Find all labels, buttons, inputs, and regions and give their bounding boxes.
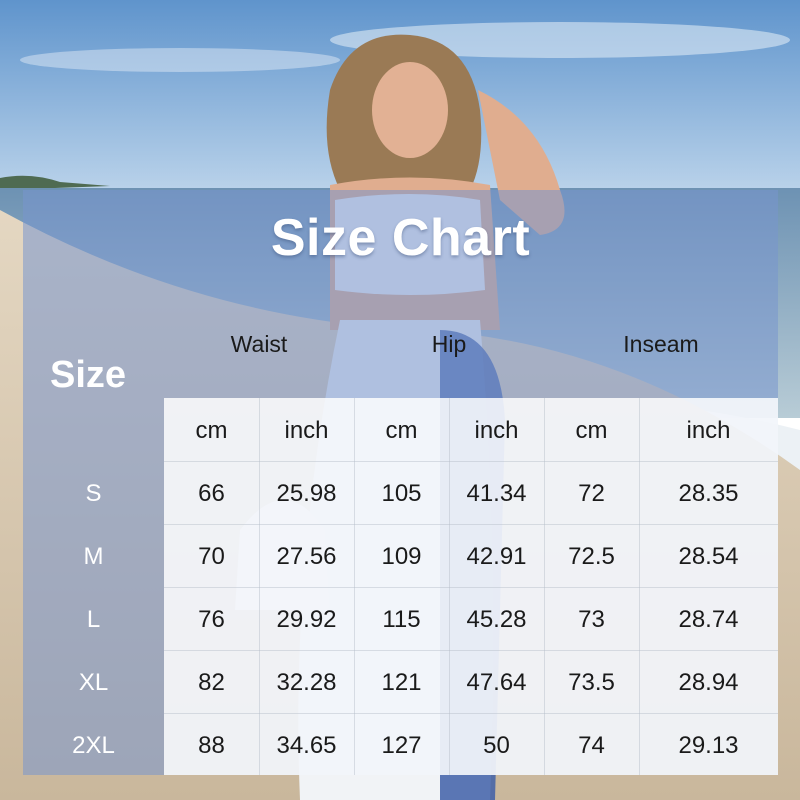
- size-table: cm inch cm inch cm inch 66 25.98 105 41.…: [164, 398, 778, 775]
- size-column-label: Size: [50, 354, 127, 396]
- chart-title: Size Chart: [270, 209, 531, 267]
- cell-2xl-hip-cm: 127: [381, 732, 422, 759]
- cell-s-hip-inch: 41.34: [466, 480, 527, 507]
- cell-l-inseam-inch: 28.74: [678, 606, 739, 633]
- cell-s-waist-inch: 25.98: [276, 480, 337, 507]
- cell-s-inseam-cm: 72: [578, 480, 605, 507]
- row-label-m: M: [83, 543, 104, 570]
- cell-m-inseam-inch: 28.54: [678, 543, 739, 570]
- cell-m-waist-inch: 27.56: [276, 543, 337, 570]
- cell-l-hip-cm: 115: [382, 606, 421, 633]
- row-label-l: L: [86, 606, 101, 633]
- row-label-s: S: [85, 480, 102, 507]
- size-chart-panel: Size Chart Size Waist Hip Inseam cm inch…: [23, 190, 778, 775]
- row-label-2xl: 2XL: [72, 732, 115, 759]
- cell-l-waist-inch: 29.92: [276, 606, 337, 633]
- row-label-xl: XL: [78, 669, 109, 696]
- group-header-hip: Hip: [431, 331, 467, 357]
- cell-m-waist-cm: 70: [198, 543, 225, 570]
- cell-xl-waist-cm: 82: [198, 669, 225, 696]
- unit-header-hip-cm: cm: [385, 417, 418, 444]
- group-header-waist: Waist: [230, 331, 288, 357]
- cell-l-inseam-cm: 73: [578, 606, 605, 633]
- cell-2xl-waist-cm: 88: [198, 732, 225, 759]
- cell-m-hip-cm: 109: [381, 543, 422, 570]
- unit-header-inseam-cm: cm: [575, 417, 608, 444]
- unit-header-waist-cm: cm: [195, 417, 228, 444]
- unit-header-waist-inch: inch: [284, 417, 329, 444]
- cell-2xl-waist-inch: 34.65: [276, 732, 337, 759]
- cell-l-hip-inch: 45.28: [466, 606, 527, 633]
- cell-2xl-inseam-inch: 29.13: [678, 732, 739, 759]
- cell-2xl-hip-inch: 50: [483, 732, 510, 759]
- cell-m-inseam-cm: 72.5: [568, 543, 615, 570]
- model-face: [372, 62, 448, 158]
- row-divider: [164, 713, 778, 714]
- cell-xl-inseam-inch: 28.94: [678, 669, 739, 696]
- row-divider: [164, 587, 778, 588]
- unit-header-inseam-inch: inch: [686, 417, 731, 444]
- row-divider: [164, 461, 778, 462]
- size-chart-image: Size Chart Size Waist Hip Inseam cm inch…: [0, 0, 800, 800]
- cell-2xl-inseam-cm: 74: [578, 732, 605, 759]
- cell-xl-inseam-cm: 73.5: [568, 669, 615, 696]
- group-header-inseam: Inseam: [623, 331, 699, 357]
- cell-xl-waist-inch: 32.28: [276, 669, 337, 696]
- cell-m-hip-inch: 42.91: [466, 543, 527, 570]
- cloud: [20, 48, 340, 72]
- unit-header-hip-inch: inch: [474, 417, 519, 444]
- row-divider: [164, 650, 778, 651]
- cell-xl-hip-inch: 47.64: [466, 669, 527, 696]
- cell-xl-hip-cm: 121: [381, 669, 422, 696]
- row-divider: [164, 524, 778, 525]
- cell-l-waist-cm: 76: [198, 606, 225, 633]
- cell-s-inseam-inch: 28.35: [678, 480, 739, 507]
- cell-s-hip-cm: 105: [381, 480, 422, 507]
- cell-s-waist-cm: 66: [198, 480, 225, 507]
